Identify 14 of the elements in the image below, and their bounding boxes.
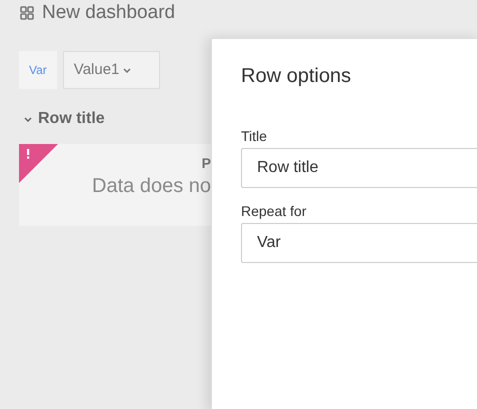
panel-title: P	[202, 156, 211, 170]
field-label: Repeat for	[241, 204, 308, 218]
variable-label: Var	[19, 51, 57, 89]
chevron-down-icon[interactable]	[24, 116, 32, 122]
grid-icon	[20, 6, 34, 20]
panel-message: Data does no	[92, 176, 211, 196]
input-field[interactable]: Row title	[241, 148, 477, 188]
caret-icon	[123, 68, 132, 72]
row-title: Row title	[38, 109, 105, 129]
dashboard-title: New dashboard	[42, 3, 176, 22]
field-label: Title	[241, 129, 268, 143]
dialog-title: Row options	[241, 66, 352, 86]
variable-dropdown[interactable]: Value1	[62, 51, 160, 89]
input-field[interactable]: Var	[241, 223, 477, 263]
